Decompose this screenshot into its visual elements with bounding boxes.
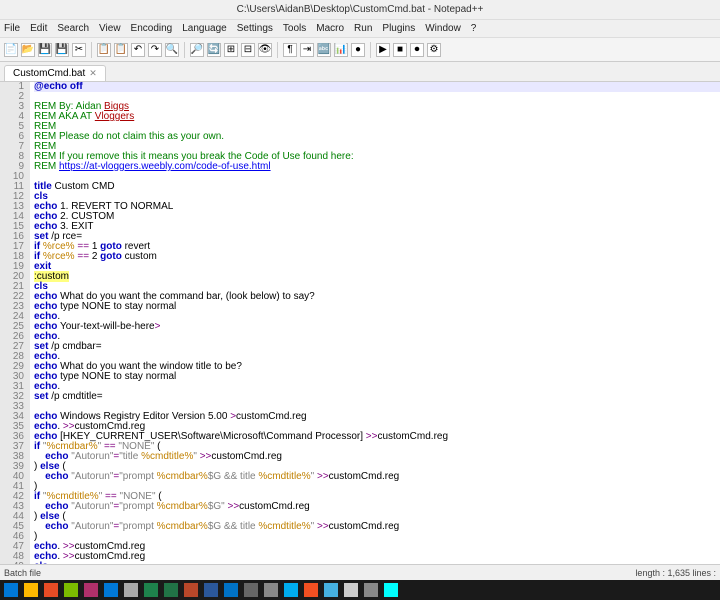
- code-line[interactable]: set /p cmdbar=: [34, 342, 720, 352]
- toolbar-btn-15[interactable]: ¶: [283, 43, 297, 57]
- menu-settings[interactable]: Settings: [237, 23, 273, 34]
- toolbar-btn-0[interactable]: 📄: [4, 43, 18, 57]
- menu-language[interactable]: Language: [182, 23, 227, 34]
- taskbar-app-13[interactable]: [264, 583, 278, 597]
- tab-label: CustomCmd.bat: [13, 68, 85, 79]
- menu-file[interactable]: File: [4, 23, 20, 34]
- taskbar-app-11[interactable]: [224, 583, 238, 597]
- taskbar-app-17[interactable]: [344, 583, 358, 597]
- toolbar-btn-21[interactable]: ■: [393, 43, 407, 57]
- toolbar-btn-16[interactable]: ⇥: [300, 43, 314, 57]
- window-title: C:\Users\AidanB\Desktop\CustomCmd.bat - …: [237, 4, 484, 15]
- taskbar-app-0[interactable]: [4, 583, 18, 597]
- taskbar-app-3[interactable]: [64, 583, 78, 597]
- toolbar-btn-23[interactable]: ⚙: [427, 43, 441, 57]
- toolbar-btn-20[interactable]: ▶: [376, 43, 390, 57]
- status-bar: Batch file length : 1,635 lines :: [0, 564, 720, 580]
- toolbar-btn-2[interactable]: 💾: [38, 43, 52, 57]
- code-line[interactable]: echo 1. REVERT TO NORMAL: [34, 202, 720, 212]
- taskbar-app-2[interactable]: [44, 583, 58, 597]
- code-line[interactable]: echo "Autorun"="prompt %cmdbar%$G && tit…: [34, 472, 720, 482]
- close-icon[interactable]: ✕: [89, 68, 97, 79]
- menu-tools[interactable]: Tools: [283, 23, 306, 34]
- toolbar-btn-13[interactable]: ⊟: [241, 43, 255, 57]
- code-line[interactable]: echo type NONE to stay normal: [34, 372, 720, 382]
- toolbar-btn-3[interactable]: 💾: [55, 43, 69, 57]
- taskbar-app-8[interactable]: [164, 583, 178, 597]
- toolbar-btn-4[interactable]: ✂: [72, 43, 86, 57]
- toolbar-btn-14[interactable]: 👁: [258, 43, 272, 57]
- taskbar-app-9[interactable]: [184, 583, 198, 597]
- code-area[interactable]: @echo off REM By: Aidan BiggsREM AKA AT V…: [30, 82, 720, 580]
- taskbar-app-18[interactable]: [364, 583, 378, 597]
- toolbar-btn-12[interactable]: ⊞: [224, 43, 238, 57]
- toolbar-btn-1[interactable]: 📂: [21, 43, 35, 57]
- code-line[interactable]: :custom: [34, 272, 720, 282]
- taskbar-app-14[interactable]: [284, 583, 298, 597]
- code-line[interactable]: [34, 172, 720, 182]
- editor: 1234567891011121314151617181920212223242…: [0, 82, 720, 580]
- code-line[interactable]: echo 3. EXIT: [34, 222, 720, 232]
- status-language: Batch file: [4, 568, 41, 578]
- toolbar-btn-8[interactable]: ↷: [148, 43, 162, 57]
- line-number-gutter: 1234567891011121314151617181920212223242…: [0, 82, 30, 580]
- code-line[interactable]: echo "Autorun"="prompt %cmdbar%$G" >>cus…: [34, 502, 720, 512]
- code-line[interactable]: echo Your-text-will-be-here>: [34, 322, 720, 332]
- menu-?[interactable]: ?: [471, 23, 477, 34]
- taskbar-app-5[interactable]: [104, 583, 118, 597]
- taskbar-app-4[interactable]: [84, 583, 98, 597]
- toolbar-btn-22[interactable]: ⏺: [410, 43, 424, 57]
- menu-encoding[interactable]: Encoding: [131, 23, 173, 34]
- menu-window[interactable]: Window: [425, 23, 461, 34]
- window-title-bar: C:\Users\AidanB\Desktop\CustomCmd.bat - …: [0, 0, 720, 20]
- code-line[interactable]: echo. >>customCmd.reg: [34, 552, 720, 562]
- taskbar-app-1[interactable]: [24, 583, 38, 597]
- menu-run[interactable]: Run: [354, 23, 372, 34]
- taskbar-app-12[interactable]: [244, 583, 258, 597]
- toolbar-btn-5[interactable]: 📋: [97, 43, 111, 57]
- menu-search[interactable]: Search: [57, 23, 89, 34]
- code-line[interactable]: REM By: Aidan Biggs: [34, 102, 720, 112]
- menu-edit[interactable]: Edit: [30, 23, 47, 34]
- taskbar: [0, 580, 720, 600]
- tab-customcmd[interactable]: CustomCmd.bat ✕: [4, 65, 106, 81]
- code-line[interactable]: echo.: [34, 382, 720, 392]
- code-line[interactable]: echo.: [34, 332, 720, 342]
- menu-bar: File Edit Search View Encoding Language Settin…: [0, 20, 720, 38]
- tab-strip: CustomCmd.bat ✕: [0, 62, 720, 82]
- code-line[interactable]: echo 2. CUSTOM: [34, 212, 720, 222]
- toolbar-btn-19[interactable]: ●: [351, 43, 365, 57]
- menu-view[interactable]: View: [99, 23, 121, 34]
- toolbar-btn-10[interactable]: 🔎: [190, 43, 204, 57]
- code-line[interactable]: if %rce% == 2 goto custom: [34, 252, 720, 262]
- toolbar-btn-6[interactable]: 📋: [114, 43, 128, 57]
- code-line[interactable]: title Custom CMD: [34, 182, 720, 192]
- code-line[interactable]: echo "Autorun"="title %cmdtitle%" >>cust…: [34, 452, 720, 462]
- taskbar-app-19[interactable]: [384, 583, 398, 597]
- toolbar-btn-11[interactable]: 🔄: [207, 43, 221, 57]
- taskbar-app-6[interactable]: [124, 583, 138, 597]
- code-line[interactable]: REM AKA AT Vloggers: [34, 112, 720, 122]
- code-line[interactable]: REM https://at-vloggers.weebly.com/code-…: [34, 162, 720, 172]
- code-line[interactable]: echo "Autorun"="prompt %cmdbar%$G && tit…: [34, 522, 720, 532]
- taskbar-app-15[interactable]: [304, 583, 318, 597]
- taskbar-app-10[interactable]: [204, 583, 218, 597]
- toolbar-btn-7[interactable]: ↶: [131, 43, 145, 57]
- toolbar-btn-18[interactable]: 📊: [334, 43, 348, 57]
- code-line[interactable]: echo type NONE to stay normal: [34, 302, 720, 312]
- code-line[interactable]: @echo off: [34, 82, 720, 92]
- code-line[interactable]: set /p cmdtitle=: [34, 392, 720, 402]
- menu-macro[interactable]: Macro: [316, 23, 344, 34]
- menu-plugins[interactable]: Plugins: [382, 23, 415, 34]
- toolbar-btn-9[interactable]: 🔍: [165, 43, 179, 57]
- toolbar-btn-17[interactable]: 🔤: [317, 43, 331, 57]
- taskbar-app-7[interactable]: [144, 583, 158, 597]
- code-line[interactable]: exit: [34, 262, 720, 272]
- taskbar-app-16[interactable]: [324, 583, 338, 597]
- code-line[interactable]: REM Please do not claim this as your own…: [34, 132, 720, 142]
- code-line[interactable]: [34, 92, 720, 102]
- toolbar: 📄📂💾💾✂📋📋↶↷🔍🔎🔄⊞⊟👁¶⇥🔤📊●▶■⏺⚙: [0, 38, 720, 62]
- status-length: length : 1,635 lines :: [635, 568, 716, 578]
